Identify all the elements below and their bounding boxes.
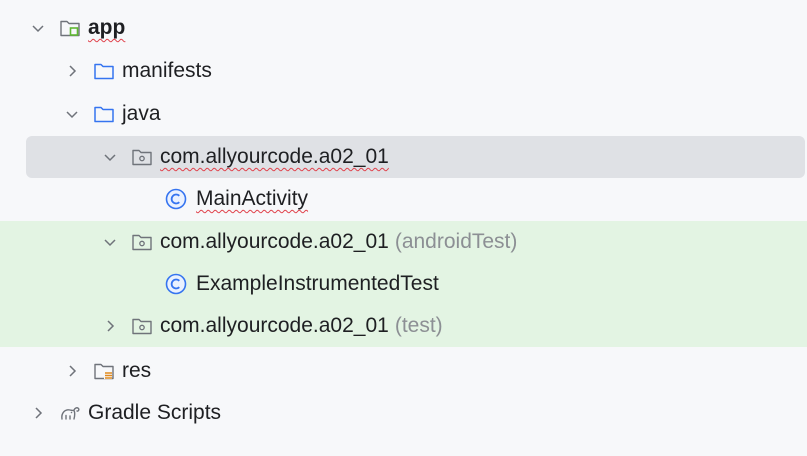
tree-row-app[interactable]: app <box>0 7 807 49</box>
project-tree: app manifests java com.allyourcode.a02_0… <box>0 0 807 456</box>
tree-row-java[interactable]: java <box>0 93 807 135</box>
source-set-badge: (androidTest) <box>394 230 518 253</box>
tree-row-main-activity[interactable]: MainActivity <box>0 178 807 220</box>
chevron-right-icon[interactable] <box>60 59 84 83</box>
chevron-right-icon[interactable] <box>26 401 50 425</box>
package-icon <box>130 314 154 338</box>
tree-row-manifests[interactable]: manifests <box>0 50 807 92</box>
tree-label-example-test: ExampleInstrumentedTest <box>196 272 439 295</box>
chevron-down-icon[interactable] <box>98 145 122 169</box>
chevron-down-icon[interactable] <box>26 16 50 40</box>
gradle-elephant-icon <box>58 401 82 425</box>
tree-label-app: app <box>88 16 126 39</box>
tree-row-package-main[interactable]: com.allyourcode.a02_01 <box>0 136 807 178</box>
folder-icon <box>92 102 116 126</box>
tree-label-package-main: com.allyourcode.a02_01 <box>160 145 389 168</box>
class-icon <box>164 272 188 296</box>
package-icon <box>130 145 154 169</box>
tree-row-package-android-test[interactable]: com.allyourcode.a02_01 (androidTest) <box>0 221 807 263</box>
chevron-right-icon[interactable] <box>60 359 84 383</box>
resources-folder-icon <box>92 359 116 383</box>
chevron-down-icon[interactable] <box>60 102 84 126</box>
tree-row-example-test[interactable]: ExampleInstrumentedTest <box>0 263 807 305</box>
chevron-down-icon[interactable] <box>98 230 122 254</box>
module-folder-icon <box>58 16 82 40</box>
class-icon <box>164 187 188 211</box>
tree-label-java: java <box>122 102 161 125</box>
tree-label-main-activity: MainActivity <box>196 187 309 210</box>
tree-row-gradle-scripts[interactable]: Gradle Scripts <box>0 392 807 434</box>
tree-label-package-android-test: com.allyourcode.a02_01 <box>160 230 389 253</box>
chevron-right-icon[interactable] <box>98 314 122 338</box>
folder-icon <box>92 59 116 83</box>
tree-row-res[interactable]: res <box>0 350 807 392</box>
tree-label-manifests: manifests <box>122 59 212 82</box>
tree-row-package-test[interactable]: com.allyourcode.a02_01 (test) <box>0 305 807 347</box>
source-set-badge: (test) <box>394 314 443 337</box>
tree-label-res: res <box>122 359 152 382</box>
tree-label-gradle-scripts: Gradle Scripts <box>88 401 222 424</box>
package-icon <box>130 230 154 254</box>
tree-label-package-test: com.allyourcode.a02_01 <box>160 314 389 337</box>
